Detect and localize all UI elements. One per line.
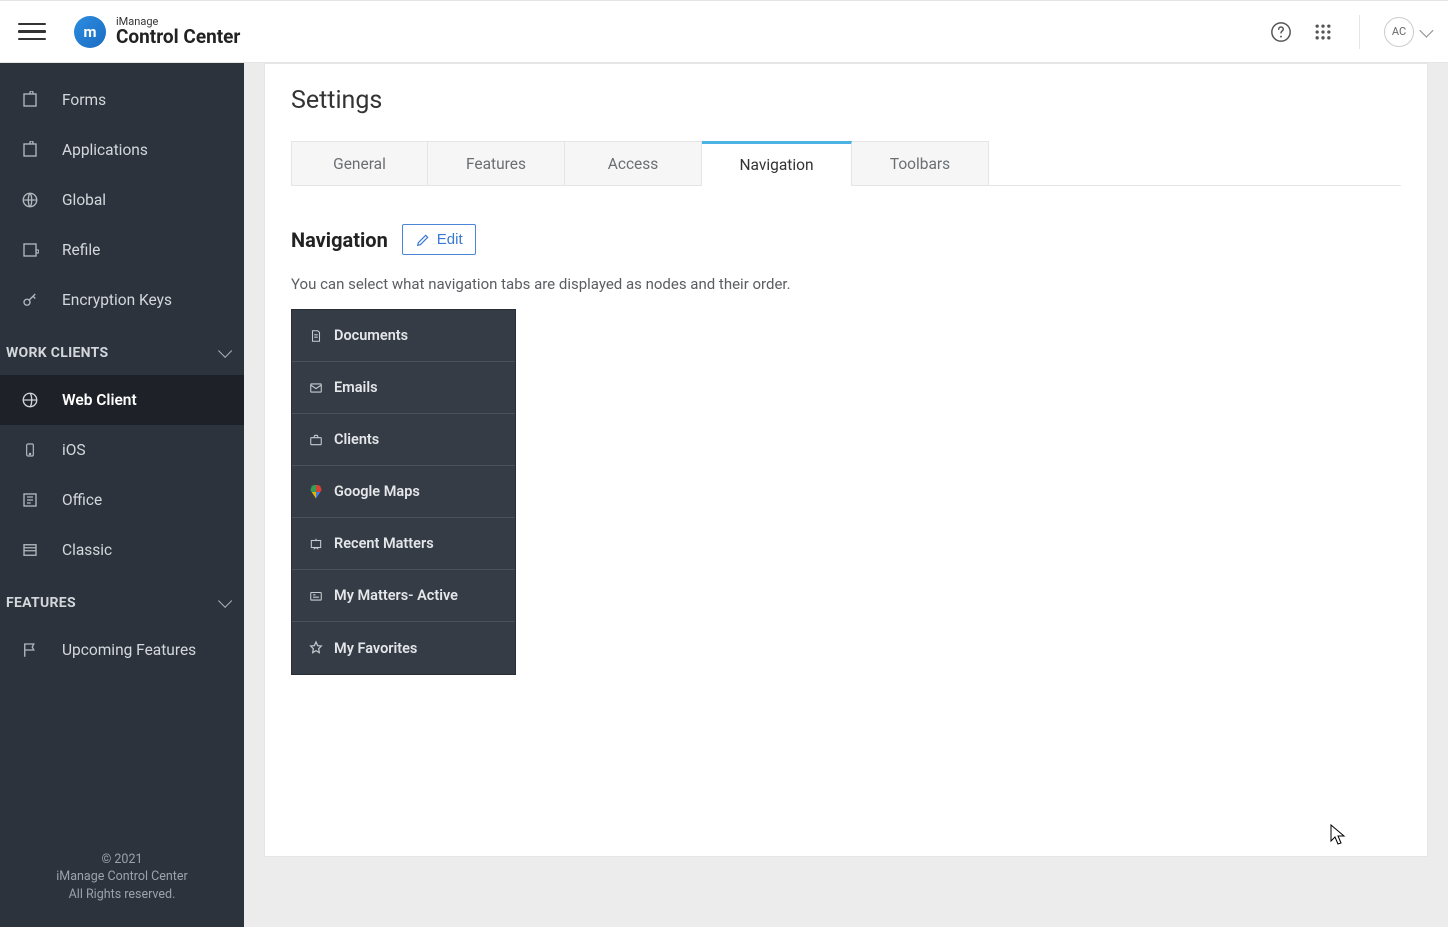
chevron-down-icon [1419, 23, 1433, 37]
list-icon [20, 540, 40, 560]
sidebar-item-label: Refile [62, 241, 100, 259]
sidebar-item-classic[interactable]: Classic [0, 525, 244, 575]
nav-item-my-matters-active[interactable]: My Matters- Active [292, 570, 515, 622]
hamburger-menu[interactable] [18, 18, 46, 46]
tab-general[interactable]: General [291, 141, 428, 185]
sidebar-item-office[interactable]: Office [0, 475, 244, 525]
sidebar-item-label: Office [62, 491, 102, 509]
pencil-icon [415, 232, 431, 248]
puzzle-icon [20, 140, 40, 160]
google-maps-icon [308, 484, 324, 500]
sidebar-item-label: Applications [62, 141, 148, 159]
sidebar-item-global[interactable]: Global [0, 175, 244, 225]
header-divider [1359, 15, 1360, 49]
nav-item-label: Recent Matters [334, 535, 434, 552]
sidebar-section-work-clients[interactable]: WORK CLIENTS [0, 325, 244, 375]
briefcase-icon [308, 432, 324, 448]
sidebar-item-refile[interactable]: Refile [0, 225, 244, 275]
tab-label: Toolbars [890, 155, 950, 173]
nav-items-list: Documents Emails Clients [291, 309, 516, 675]
sidebar-item-applications[interactable]: Applications [0, 125, 244, 175]
tab-access[interactable]: Access [565, 141, 702, 185]
document-icon [308, 328, 324, 344]
nav-item-label: Clients [334, 431, 379, 448]
puzzle-icon [20, 240, 40, 260]
nav-item-recent-matters[interactable]: Recent Matters [292, 518, 515, 570]
section-title: Navigation [291, 228, 388, 252]
sidebar-item-label: Forms [62, 91, 106, 109]
brand[interactable]: m iManage Control Center [74, 16, 240, 48]
nav-item-label: Google Maps [334, 483, 420, 500]
nav-item-label: Documents [334, 327, 408, 344]
recent-icon [308, 536, 324, 552]
nav-item-clients[interactable]: Clients [292, 414, 515, 466]
sidebar-spacer [0, 63, 244, 75]
chevron-down-icon [218, 344, 232, 358]
nav-item-label: My Favorites [334, 640, 417, 657]
office-icon [20, 490, 40, 510]
globe-icon [20, 390, 40, 410]
nav-item-label: Emails [334, 379, 378, 396]
edit-button[interactable]: Edit [402, 224, 476, 255]
edit-button-label: Edit [437, 231, 463, 248]
sidebar-item-label: Classic [62, 541, 112, 559]
globe-icon [20, 190, 40, 210]
star-icon [308, 640, 324, 656]
settings-panel: Settings General Features Access Navigat… [264, 63, 1428, 857]
brand-logo-icon: m [74, 16, 106, 48]
sidebar-item-upcoming-features[interactable]: Upcoming Features [0, 625, 244, 675]
sidebar-item-forms[interactable]: Forms [0, 75, 244, 125]
chevron-down-icon [218, 594, 232, 608]
footer-line: © 2021 [8, 851, 236, 869]
footer-line: iManage Control Center [8, 868, 236, 886]
tab-features[interactable]: Features [428, 141, 565, 185]
nav-item-my-favorites[interactable]: My Favorites [292, 622, 515, 674]
sidebar-item-label: Encryption Keys [62, 291, 172, 309]
brand-text: iManage Control Center [116, 16, 240, 47]
nav-item-label: My Matters- Active [334, 587, 458, 604]
sidebar-item-ios[interactable]: iOS [0, 425, 244, 475]
main-area: Settings General Features Access Navigat… [244, 63, 1448, 927]
flag-icon [20, 640, 40, 660]
sidebar-section-label: WORK CLIENTS [6, 345, 108, 361]
nav-item-emails[interactable]: Emails [292, 362, 515, 414]
sidebar-item-encryption-keys[interactable]: Encryption Keys [0, 275, 244, 325]
page-title: Settings [291, 86, 1401, 115]
sidebar-footer: © 2021 iManage Control Center All Rights… [0, 837, 244, 927]
sidebar: Forms Applications Global Refile [0, 63, 244, 927]
sidebar-item-label: Global [62, 191, 106, 209]
user-menu[interactable]: AC [1384, 17, 1430, 47]
tab-label: Navigation [739, 156, 813, 174]
sidebar-item-label: Upcoming Features [62, 641, 196, 659]
nav-item-google-maps[interactable]: Google Maps [292, 466, 515, 518]
sidebar-item-label: iOS [62, 441, 86, 459]
key-icon [20, 290, 40, 310]
section-description: You can select what navigation tabs are … [291, 275, 1401, 293]
tab-toolbars[interactable]: Toolbars [852, 141, 989, 185]
tab-label: Features [466, 155, 526, 173]
sidebar-item-web-client[interactable]: Web Client [0, 375, 244, 425]
footer-line: All Rights reserved. [8, 886, 236, 904]
tab-label: Access [608, 155, 659, 173]
help-icon[interactable] [1269, 20, 1293, 44]
sidebar-item-label: Web Client [62, 391, 137, 409]
nav-item-documents[interactable]: Documents [292, 310, 515, 362]
brand-bottom-label: Control Center [116, 27, 240, 47]
tab-navigation[interactable]: Navigation [702, 141, 852, 186]
header-bar: m iManage Control Center [0, 0, 1448, 63]
tab-body: Navigation Edit You can select what navi… [265, 194, 1427, 705]
apps-grid-icon[interactable] [1311, 20, 1335, 44]
puzzle-icon [20, 90, 40, 110]
tabs: General Features Access Navigation Toolb… [291, 141, 1401, 186]
phone-icon [20, 440, 40, 460]
sidebar-section-label: FEATURES [6, 595, 76, 611]
folder-icon [308, 588, 324, 604]
header-actions: AC [1269, 15, 1430, 49]
sidebar-section-features[interactable]: FEATURES [0, 575, 244, 625]
tab-label: General [333, 155, 386, 173]
mail-icon [308, 380, 324, 396]
user-avatar: AC [1384, 17, 1414, 47]
